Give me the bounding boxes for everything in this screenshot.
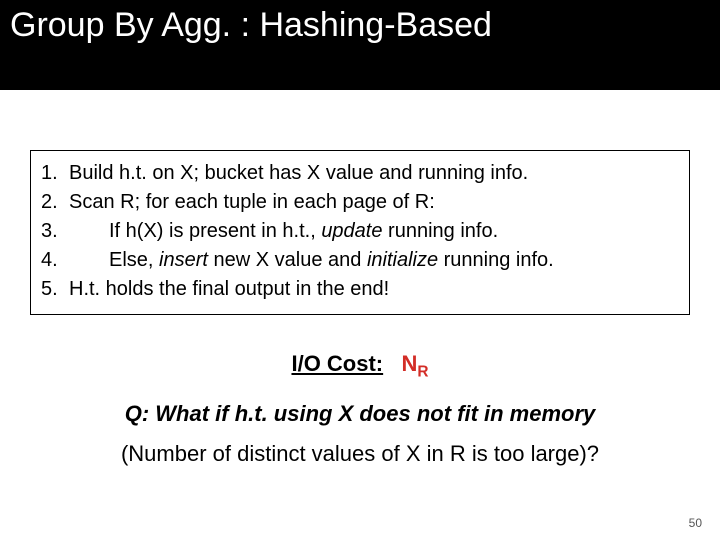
io-cost-value: NR [402, 351, 429, 376]
step-number: 5. [41, 275, 69, 304]
question-sub: (Number of distinct values of X in R is … [0, 441, 720, 467]
slide-title: Group By Agg. : Hashing-Based [10, 6, 492, 45]
step-em: insert [159, 249, 208, 271]
step-prefix: Else, [109, 249, 159, 271]
step-number: 2. [41, 188, 69, 217]
algo-step: 1. Build h.t. on X; bucket has X value a… [41, 159, 679, 188]
algo-step: 4. Else, insert new X value and initiali… [41, 246, 679, 275]
algorithm-box: 1. Build h.t. on X; bucket has X value a… [30, 150, 690, 315]
title-band: Group By Agg. : Hashing-Based [0, 0, 720, 90]
algo-step: 5. H.t. holds the final output in the en… [41, 275, 679, 304]
step-em: initialize [367, 249, 438, 271]
page-number: 50 [689, 516, 702, 530]
algo-step: 2. Scan R; for each tuple in each page o… [41, 188, 679, 217]
step-prefix: If h(X) is present in h.t., [109, 220, 321, 242]
step-text: If h(X) is present in h.t., update runni… [69, 217, 679, 246]
question-line: Q: What if h.t. using X does not fit in … [0, 401, 720, 427]
io-cost-line: I/O Cost: NR [0, 351, 720, 381]
step-mid: new X value and [208, 249, 367, 271]
io-cost-label: I/O Cost: [291, 351, 383, 376]
step-number: 1. [41, 159, 69, 188]
slide: Group By Agg. : Hashing-Based 1. Build h… [0, 0, 720, 540]
algo-step: 3. If h(X) is present in h.t., update ru… [41, 217, 679, 246]
io-cost-base: N [402, 351, 418, 376]
step-suffix: running info. [438, 249, 554, 271]
step-em: update [321, 220, 382, 242]
step-number: 4. [41, 246, 69, 275]
step-text: Build h.t. on X; bucket has X value and … [69, 159, 679, 188]
step-text: H.t. holds the final output in the end! [69, 275, 679, 304]
io-cost-subscript: R [417, 363, 428, 380]
step-suffix: running info. [382, 220, 498, 242]
step-text: Else, insert new X value and initialize … [69, 246, 679, 275]
step-number: 3. [41, 217, 69, 246]
step-text: Scan R; for each tuple in each page of R… [69, 188, 679, 217]
